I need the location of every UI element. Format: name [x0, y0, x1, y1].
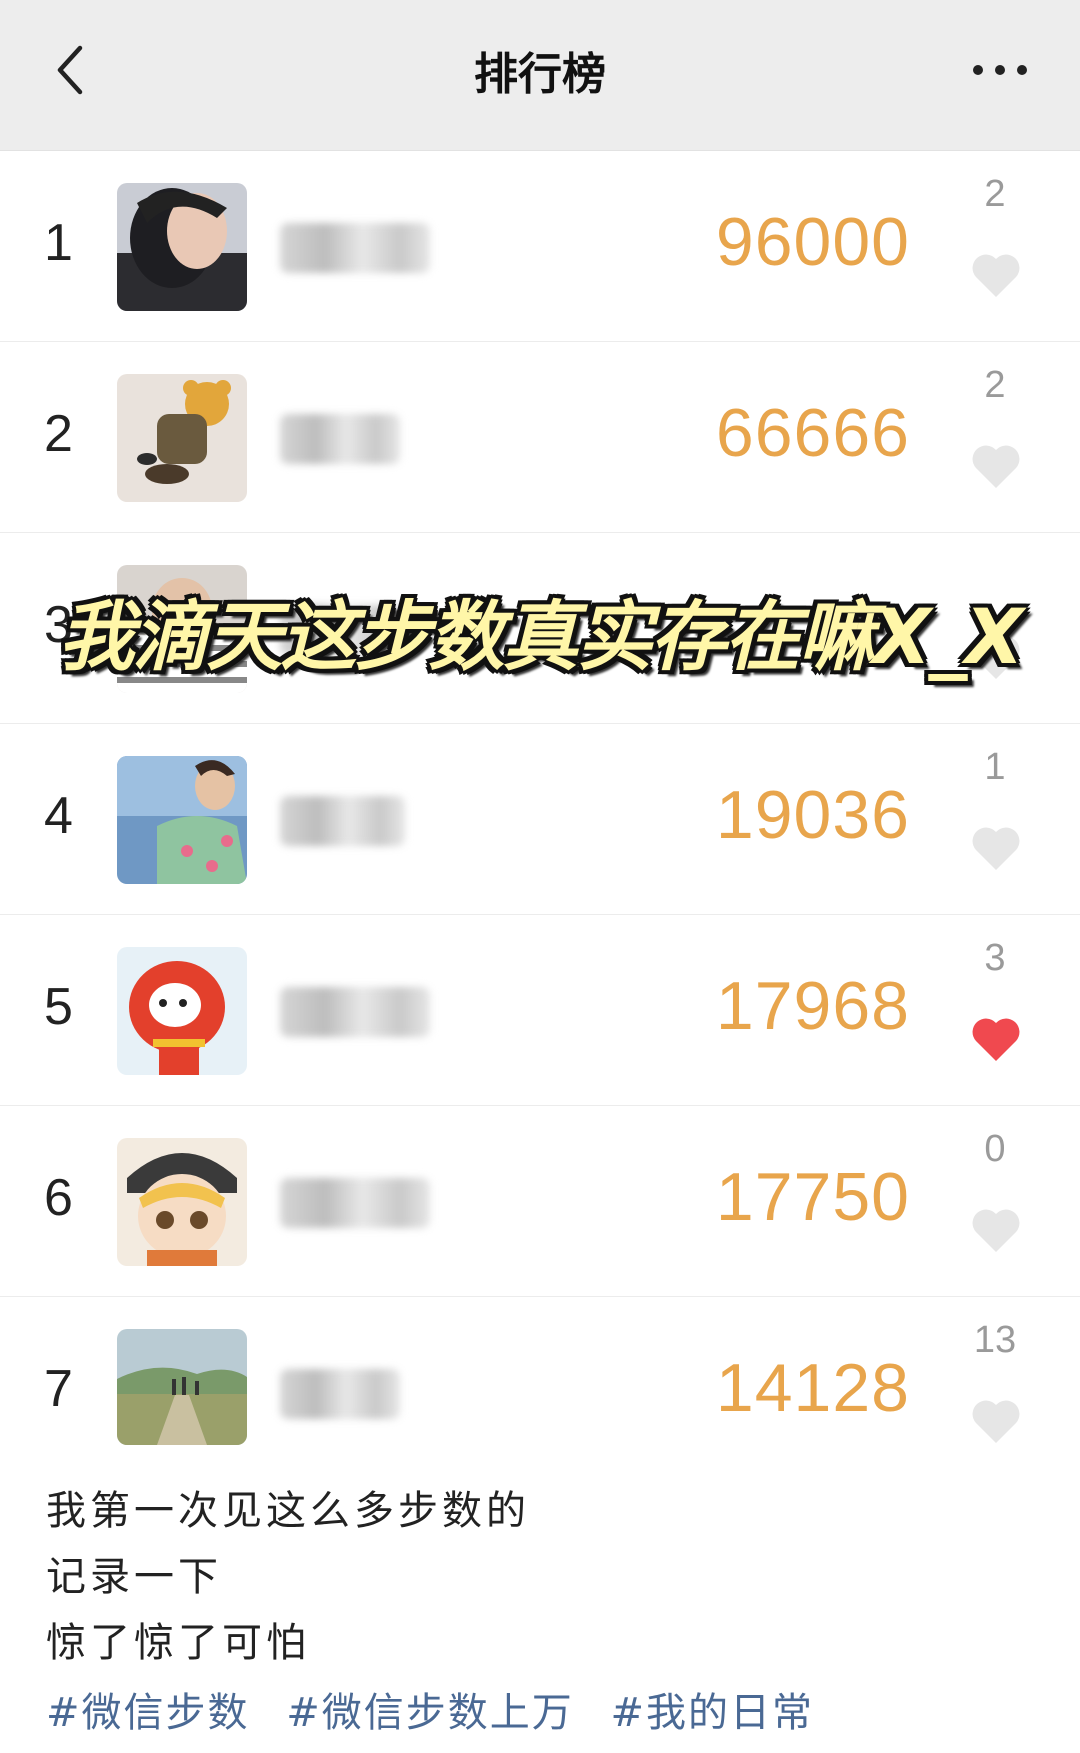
nickname-redacted	[280, 1178, 430, 1228]
avatar-image	[117, 1329, 247, 1445]
rank-number: 7	[44, 1360, 73, 1418]
leaderboard-list: 1 96000 2 2 66666 2 3 4 19036 1 5 17968 …	[0, 151, 1080, 1487]
avatar[interactable]	[117, 947, 247, 1075]
nickname-redacted	[280, 223, 430, 273]
avatar-image	[117, 947, 247, 1075]
avatar-image	[117, 374, 247, 502]
hashtag-link[interactable]: #我的日常	[610, 1690, 814, 1736]
like-count: 0	[984, 1128, 1006, 1170]
nickname-redacted	[280, 796, 405, 846]
avatar[interactable]	[117, 183, 247, 311]
page-title: 排行榜	[474, 49, 606, 100]
heart-icon[interactable]	[970, 442, 1022, 490]
like-count: 13	[973, 1319, 1017, 1361]
hashtag-link[interactable]: #微信步数	[46, 1690, 250, 1736]
leaderboard-row[interactable]: 5 17968 3	[0, 915, 1080, 1106]
heart-icon[interactable]	[970, 1206, 1022, 1254]
avatar[interactable]	[117, 756, 247, 884]
heart-icon[interactable]	[970, 824, 1022, 872]
step-count: 17968	[715, 968, 910, 1044]
caption-line: 记录一下	[46, 1554, 222, 1600]
post-caption: 我第一次见这么多步数的 记录一下 惊了惊了可怕 #微信步数 #微信步数上万 #我…	[46, 1478, 836, 1746]
rank-number: 4	[44, 787, 73, 845]
rank-number: 1	[44, 214, 73, 272]
caption-line: 我第一次见这么多步数的	[46, 1488, 530, 1534]
avatar-image	[117, 1138, 247, 1266]
leaderboard-row[interactable]: 4 19036 1	[0, 724, 1080, 915]
hashtag-list: #微信步数 #微信步数上万 #我的日常	[46, 1680, 836, 1746]
nickname-redacted	[280, 987, 430, 1037]
step-count: 96000	[715, 204, 910, 280]
step-count: 19036	[715, 777, 910, 853]
like-count: 1	[984, 746, 1006, 788]
rank-number: 5	[44, 978, 73, 1036]
rank-number: 6	[44, 1169, 73, 1227]
leaderboard-row[interactable]: 2 66666 2	[0, 342, 1080, 533]
overlay-caption: 我滴天这步数真实存在嘛X_X	[58, 592, 1023, 681]
hashtag-link[interactable]: #微信步数上万	[286, 1690, 574, 1736]
step-count: 14128	[715, 1350, 910, 1426]
nickname-redacted	[280, 1369, 400, 1419]
more-dots-icon	[973, 65, 1027, 75]
avatar-image	[117, 756, 247, 884]
step-count: 66666	[715, 395, 910, 471]
heart-icon[interactable]	[970, 1397, 1022, 1445]
caption-line: 惊了惊了可怕	[46, 1620, 310, 1666]
top-bar: 排行榜	[0, 0, 1080, 151]
heart-icon[interactable]	[970, 251, 1022, 299]
more-button[interactable]	[950, 30, 1050, 110]
avatar[interactable]	[117, 1329, 247, 1445]
nickname-redacted	[280, 414, 400, 464]
step-count: 17750	[715, 1159, 910, 1235]
leaderboard-row[interactable]: 7 14128 13	[0, 1297, 1080, 1487]
leaderboard-row[interactable]: 1 96000 2	[0, 151, 1080, 342]
avatar[interactable]	[117, 374, 247, 502]
like-count: 3	[984, 937, 1006, 979]
leaderboard-row[interactable]: 6 17750 0	[0, 1106, 1080, 1297]
heart-icon[interactable]	[970, 1015, 1022, 1063]
avatar[interactable]	[117, 1138, 247, 1266]
like-count: 2	[984, 173, 1006, 215]
rank-number: 2	[44, 405, 73, 463]
like-count: 2	[984, 364, 1006, 406]
avatar-image	[117, 183, 247, 311]
